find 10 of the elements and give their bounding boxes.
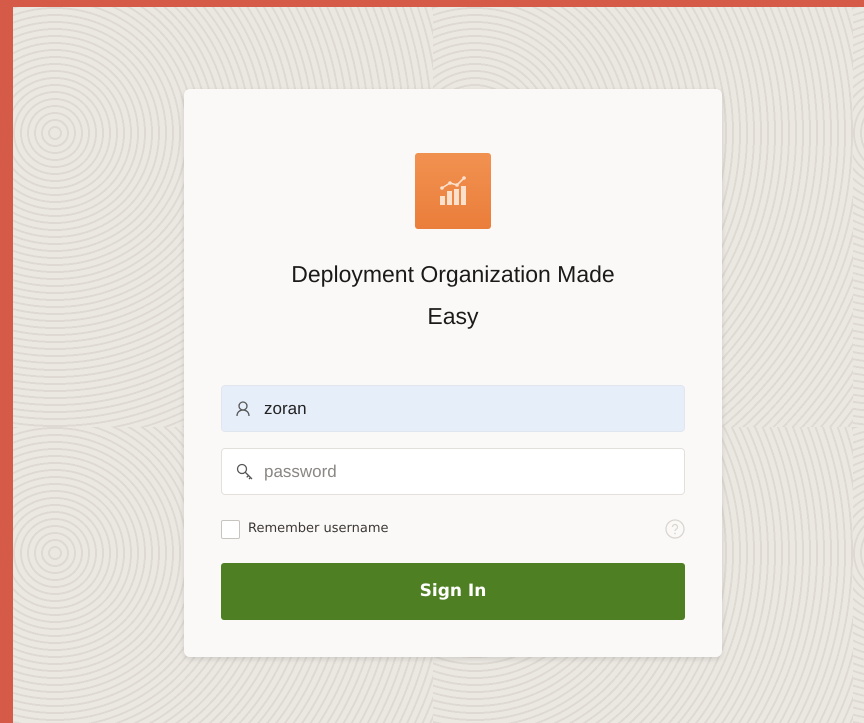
remember-checkbox[interactable] bbox=[221, 520, 240, 538]
password-field[interactable]: password bbox=[221, 448, 685, 495]
user-icon bbox=[236, 400, 250, 416]
chart-logo-icon bbox=[415, 153, 491, 229]
app-title: Deployment Organization Made Easy bbox=[290, 260, 616, 331]
key-icon bbox=[236, 462, 254, 480]
remember-label: Remember username bbox=[248, 520, 388, 538]
sign-in-button[interactable]: Sign In bbox=[221, 563, 685, 620]
help-icon[interactable] bbox=[665, 519, 685, 539]
username-field[interactable]: zoran bbox=[221, 385, 685, 432]
